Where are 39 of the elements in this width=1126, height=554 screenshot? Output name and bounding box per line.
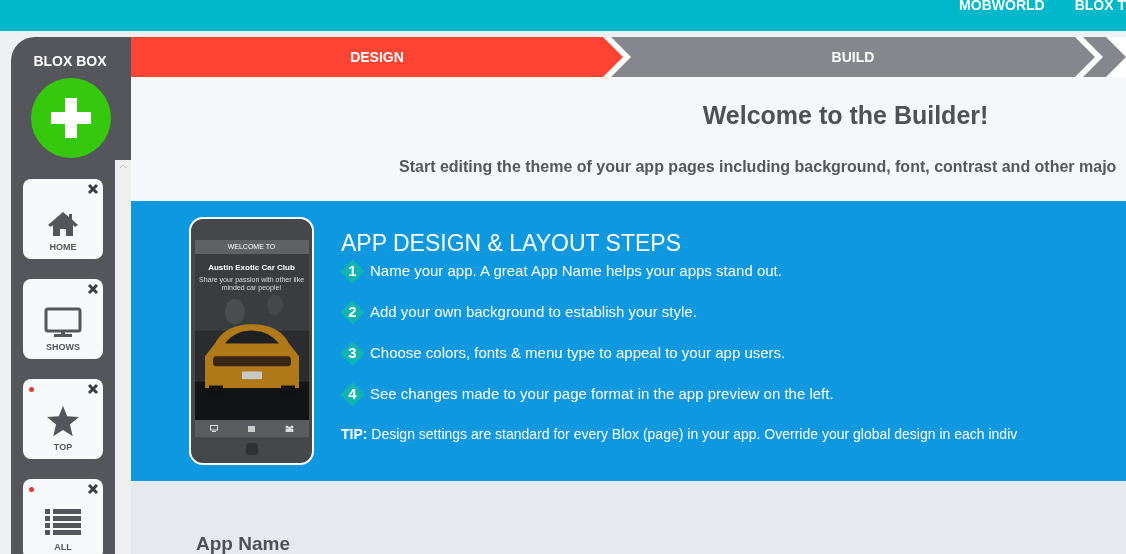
guide-title: APP DESIGN & LAYOUT STEPS bbox=[341, 229, 682, 257]
welcome-title: Welcome to the Builder! bbox=[702, 103, 989, 128]
step-text: Name your app. A great App Name helps your apps stand out. bbox=[370, 261, 782, 282]
tip-text: TIP: Design settings are standard for every Blox (page) in your app. Override your global design in each indiv bbox=[341, 425, 1018, 444]
step-text: Add your own background to establish your style. bbox=[370, 302, 697, 323]
tile-label: HOME bbox=[49, 243, 77, 252]
step-number: 1 bbox=[341, 260, 364, 283]
step-number: 2 bbox=[341, 301, 364, 324]
step-tab[interactable]: BUILD bbox=[611, 37, 1095, 77]
blox-tile[interactable]: TOP bbox=[23, 379, 103, 459]
blox-tile[interactable]: SHOWS bbox=[23, 279, 103, 359]
sidebar-title: BLOX BOX bbox=[33, 52, 108, 71]
close-icon[interactable] bbox=[87, 183, 99, 195]
step-tab[interactable] bbox=[1083, 37, 1126, 77]
monitor-icon bbox=[209, 425, 218, 432]
monitor-icon bbox=[44, 307, 82, 337]
step-text: Choose colors, fonts & menu type to appeal to your app users. bbox=[370, 343, 786, 364]
square-icon bbox=[247, 425, 255, 432]
close-icon[interactable] bbox=[87, 383, 99, 395]
house-icon bbox=[47, 211, 79, 237]
section-title: App Name bbox=[196, 534, 291, 553]
up-caret-icon bbox=[119, 164, 127, 169]
tile-label: SHOWS bbox=[46, 343, 80, 352]
step-number: 3 bbox=[341, 342, 364, 365]
tile-label: ALL bbox=[54, 543, 72, 552]
close-icon[interactable] bbox=[87, 483, 99, 495]
close-icon[interactable] bbox=[87, 283, 99, 295]
star-icon bbox=[46, 405, 80, 437]
plus-icon bbox=[48, 95, 94, 141]
tile-label: TOP bbox=[53, 443, 73, 452]
people-icon bbox=[284, 425, 294, 432]
scrollbar[interactable] bbox=[115, 160, 131, 554]
step-number: 4 bbox=[341, 383, 364, 406]
welcome-subtitle: Start editing the theme of your app pages including background, font, contrast and other majo bbox=[399, 157, 1117, 177]
step-text: See changes made to your page format in the app preview on the left. bbox=[370, 384, 834, 405]
list-icon bbox=[45, 509, 81, 537]
blox-tile[interactable]: HOME bbox=[23, 179, 103, 259]
blox-tile[interactable]: ALL bbox=[23, 479, 103, 554]
phone-app-title: Austin Exotic Car Club bbox=[208, 262, 295, 274]
